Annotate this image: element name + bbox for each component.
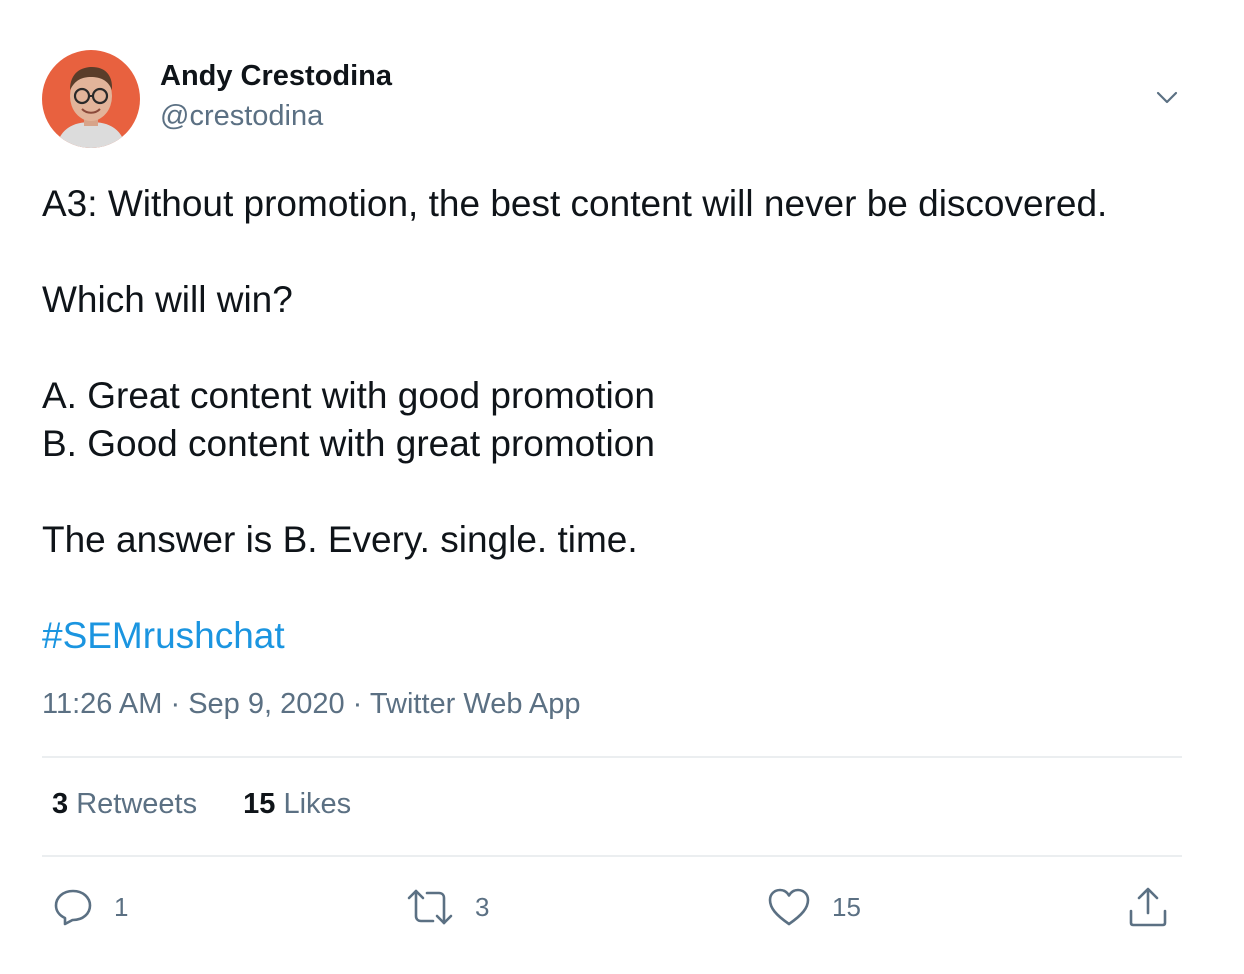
divider bbox=[42, 855, 1182, 857]
share-button[interactable] bbox=[1126, 884, 1170, 930]
chevron-down-icon bbox=[1156, 91, 1178, 104]
avatar-image bbox=[42, 50, 140, 148]
tweet-time[interactable]: 11:26 AM bbox=[42, 688, 162, 720]
retweet-button[interactable]: 3 bbox=[405, 884, 489, 930]
more-options-button[interactable] bbox=[1148, 78, 1186, 116]
avatar[interactable] bbox=[42, 50, 140, 148]
tweet-date[interactable]: Sep 9, 2020 bbox=[188, 688, 344, 720]
hashtag-link[interactable]: #SEMrushchat bbox=[42, 612, 285, 660]
tweet-text-line: A3: Without promotion, the best content … bbox=[42, 183, 1108, 224]
likes-count: 15 bbox=[243, 788, 276, 820]
tweet-text-line: The answer is B. Every. single. time. bbox=[42, 519, 638, 560]
retweet-count: 3 bbox=[475, 891, 490, 922]
author-handle[interactable]: @crestodina bbox=[160, 100, 323, 133]
tweet-text-line: A. Great content with good promotion bbox=[42, 375, 655, 416]
retweets-label: Retweets bbox=[76, 788, 198, 820]
meta-separator: · bbox=[352, 688, 363, 720]
reply-count: 1 bbox=[114, 891, 129, 922]
tweet-stats: 3 Retweets 15 Likes bbox=[52, 788, 389, 821]
author-name[interactable]: Andy Crestodina bbox=[160, 60, 392, 93]
like-button[interactable]: 15 bbox=[766, 884, 861, 930]
reply-icon bbox=[52, 886, 94, 928]
retweet-icon bbox=[405, 886, 455, 928]
like-count: 15 bbox=[832, 891, 861, 922]
heart-icon bbox=[766, 886, 812, 928]
meta-separator: · bbox=[170, 688, 181, 720]
tweet-source[interactable]: Twitter Web App bbox=[370, 688, 581, 720]
tweet-meta: 11:26 AM · Sep 9, 2020 · Twitter Web App bbox=[42, 688, 581, 721]
tweet-text-line: Which will win? bbox=[42, 279, 293, 320]
retweets-count: 3 bbox=[52, 788, 69, 820]
divider bbox=[42, 756, 1182, 758]
likes-stat[interactable]: 15 Likes bbox=[243, 788, 351, 821]
share-icon bbox=[1126, 885, 1170, 929]
likes-label: Likes bbox=[283, 788, 352, 820]
retweets-stat[interactable]: 3 Retweets bbox=[52, 788, 197, 821]
reply-button[interactable]: 1 bbox=[52, 884, 128, 930]
tweet-text-line: B. Good content with great promotion bbox=[42, 423, 655, 464]
